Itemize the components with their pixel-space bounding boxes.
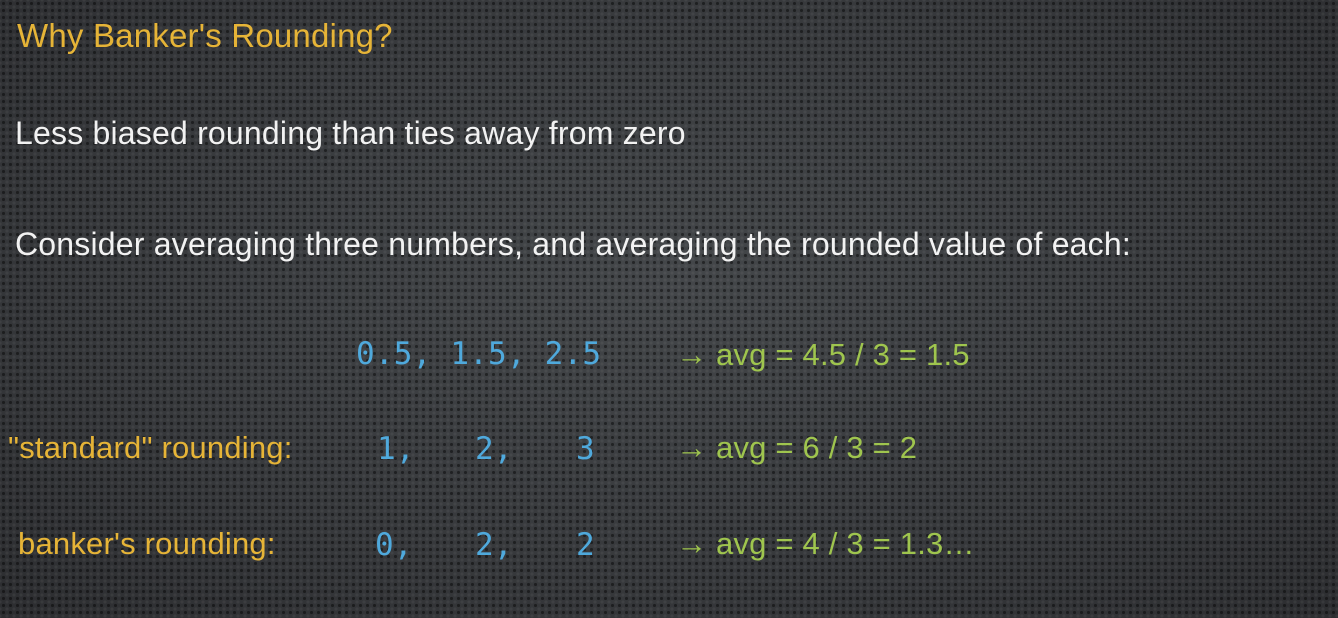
bullet-less-biased: Less biased rounding than ties away from…	[15, 115, 686, 151]
standard-value: 2,	[475, 431, 513, 467]
original-average: → avg = 4.5 / 3 = 1.5	[676, 337, 970, 372]
banker-value: 2,	[475, 527, 513, 563]
bullet-consider-averaging: Consider averaging three numbers, and av…	[15, 226, 1131, 262]
standard-average: → avg = 6 / 3 = 2	[676, 430, 918, 465]
banker-average: → avg = 4 / 3 = 1.3…	[676, 526, 975, 561]
slide-title: Why Banker's Rounding?	[17, 17, 393, 54]
standard-value: 1,	[377, 431, 415, 467]
banker-value: 2	[576, 527, 595, 563]
banker-value: 0,	[375, 527, 413, 563]
standard-rounding-label: "standard" rounding:	[8, 430, 293, 465]
bankers-rounding-label: banker's rounding:	[18, 526, 276, 561]
original-values: 0.5, 1.5, 2.5	[356, 336, 602, 372]
standard-value: 3	[576, 431, 595, 467]
